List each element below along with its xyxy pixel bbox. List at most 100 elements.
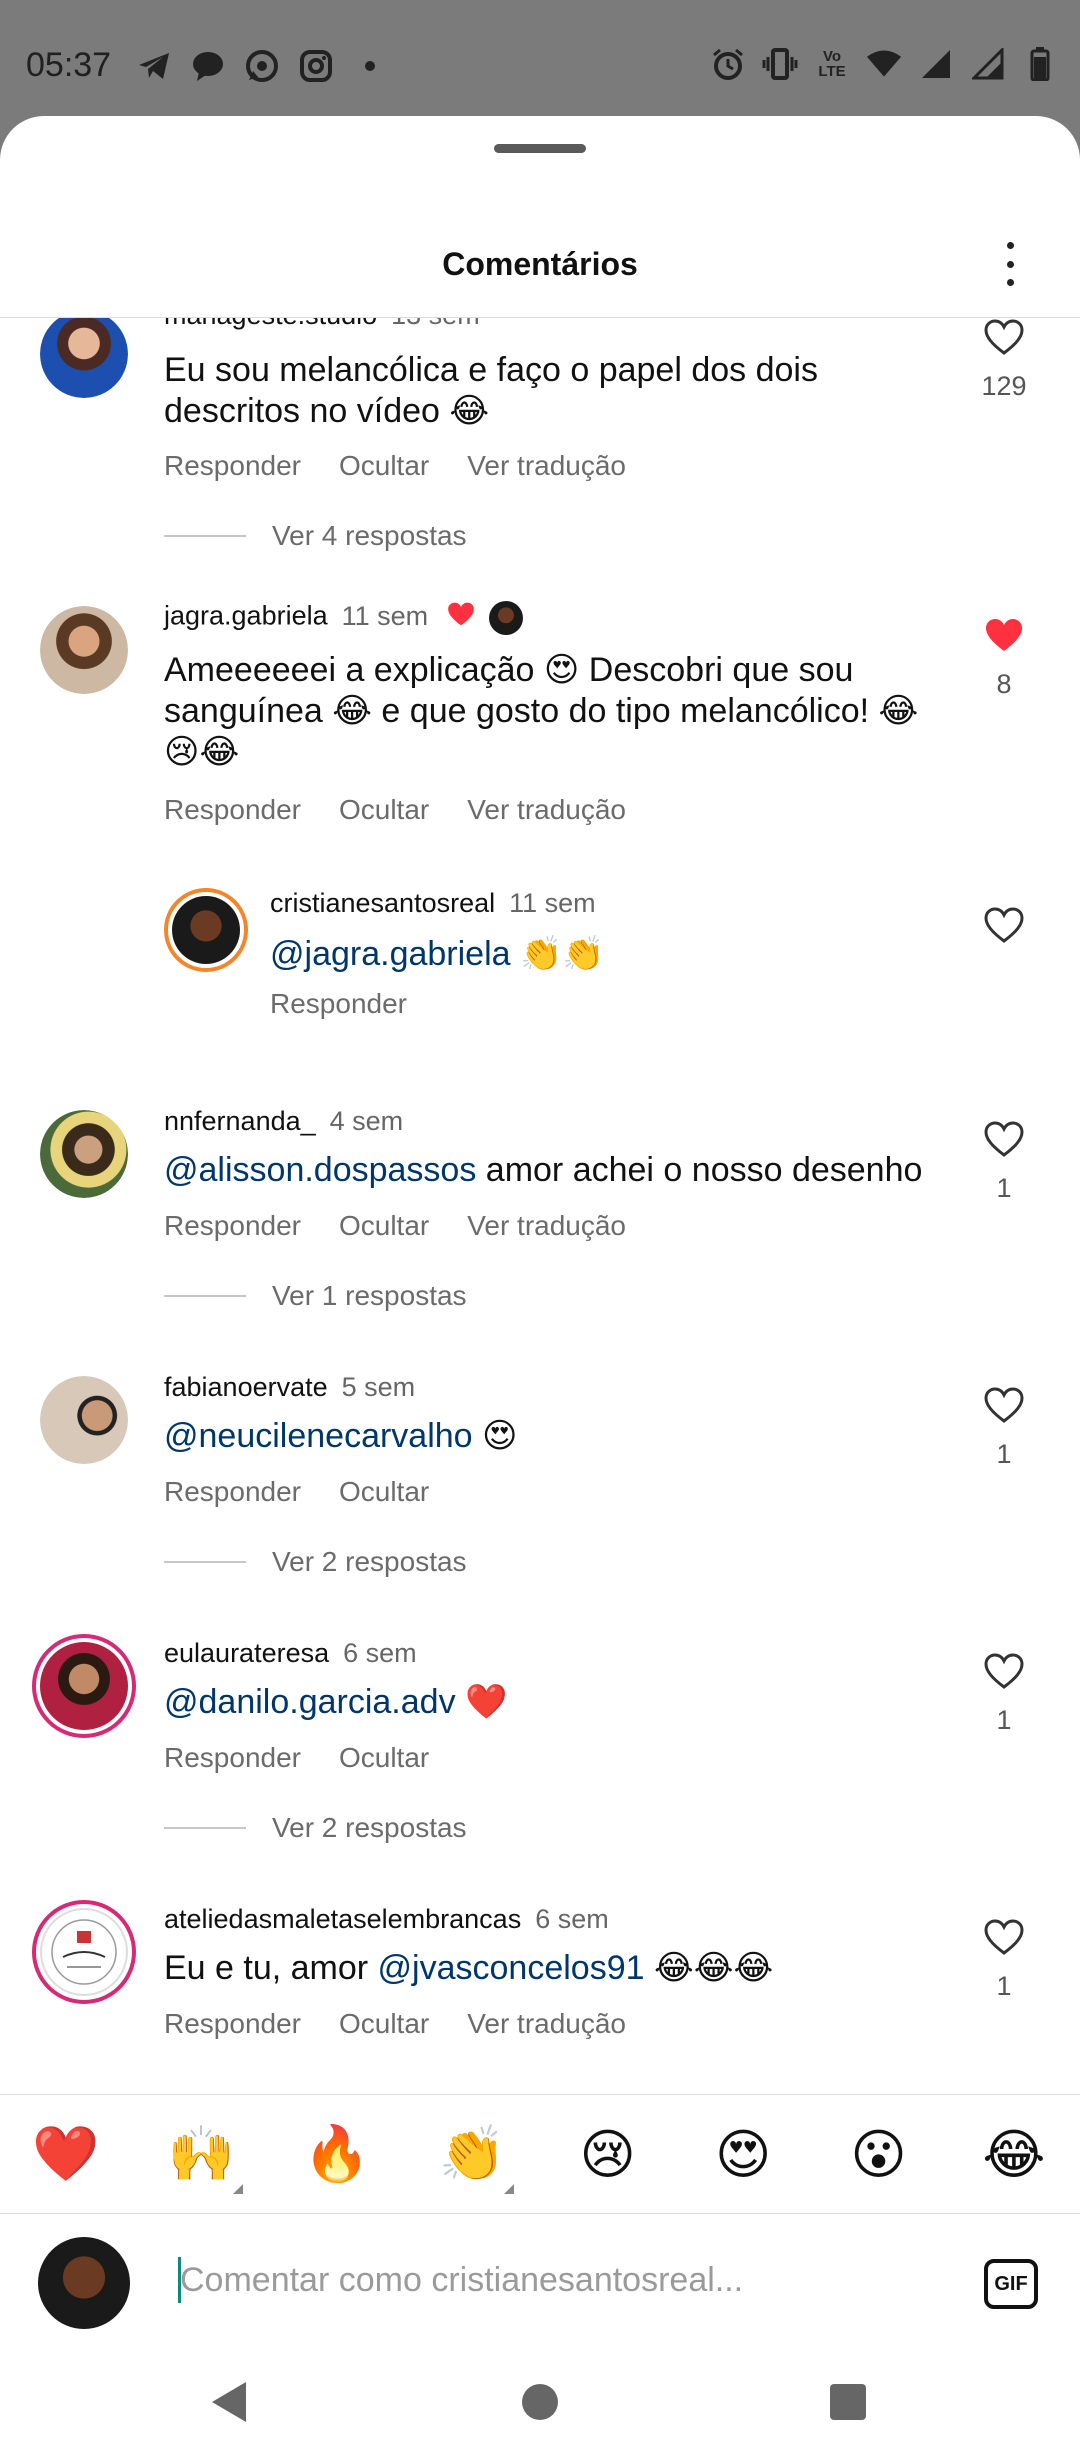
more-options-icon[interactable] <box>1000 242 1020 286</box>
hide-button[interactable]: Ocultar <box>339 1742 429 1773</box>
comment-item: fabianoervate 5 sem @neucilenecarvalho 😍 … <box>0 1372 1080 1632</box>
like-button[interactable]: 8 <box>964 616 1044 700</box>
shop-logo-icon <box>51 1919 117 1985</box>
comment-item: jagra.gabriela 11 sem Ameeeeeei a explica… <box>0 596 1080 896</box>
recents-icon[interactable] <box>830 2384 866 2420</box>
avatar[interactable] <box>32 1900 136 2004</box>
view-replies-button[interactable]: Ver 1 respostas <box>164 1280 467 1312</box>
signal-icon <box>970 46 1006 82</box>
heart-outline-icon <box>984 319 1024 355</box>
comment-time: 13 sem <box>391 318 480 330</box>
reaction-surprised[interactable]: 😮 <box>843 2118 915 2190</box>
hide-button[interactable]: Ocultar <box>339 1210 429 1241</box>
gif-button[interactable]: GIF <box>984 2259 1038 2309</box>
reply-button[interactable]: Responder <box>164 2008 301 2039</box>
comment-item: nnfernanda_ 4 sem @alisson.dospassos amor… <box>0 1106 1080 1366</box>
skin-tone-indicator-icon <box>504 2184 515 2194</box>
mention-link[interactable]: @neucilenecarvalho <box>164 1417 473 1455</box>
reply-item: cristianesantosreal 11 sem @jagra.gabriel… <box>0 888 1080 1038</box>
reaction-clapping[interactable]: 👏 <box>436 2118 515 2194</box>
reply-button[interactable]: Responder <box>164 1210 301 1241</box>
system-icons: Vo LTE <box>710 46 1058 82</box>
reaction-heart-eyes[interactable]: 😍 <box>707 2118 779 2190</box>
heart-outline-icon <box>984 1919 1024 1955</box>
comment-list[interactable]: manageste.studio 13 sem Eu sou melancólic… <box>0 318 1080 2094</box>
comment-meta: ateliedasmaletaselembrancas 6 sem <box>164 1904 609 1935</box>
comment-text: @jagra.gabriela 👏👏 <box>270 935 605 973</box>
status-time: 05:37 <box>26 46 112 84</box>
system-navigation-bar <box>0 2346 1080 2460</box>
like-button[interactable]: 1 <box>964 1386 1044 1470</box>
comment-actions: Responder Ocultar Ver tradução <box>164 450 664 482</box>
avatar[interactable] <box>40 318 128 398</box>
mention-link[interactable]: @jagra.gabriela <box>270 935 511 973</box>
like-button[interactable]: 1 <box>964 1120 1044 1204</box>
reply-button[interactable]: Responder <box>164 1742 301 1773</box>
reaction-laughing[interactable]: 😂 <box>978 2118 1050 2190</box>
reaction-heart[interactable]: ❤️ <box>30 2118 102 2190</box>
comment-input[interactable]: Comentar como cristianesantosreal... <box>180 2261 743 2300</box>
reaction-crying[interactable]: 😢 <box>572 2118 644 2190</box>
comment-text: Eu e tu, amor @jvasconcelos91 😂😂😂 <box>164 1949 774 1987</box>
mention-link[interactable]: @alisson.dospassos <box>164 1151 476 1189</box>
comment-actions: Responder Ocultar Ver tradução <box>164 2008 664 2040</box>
avatar[interactable] <box>40 606 128 694</box>
comment-username[interactable]: jagra.gabriela <box>164 601 328 631</box>
comment-username[interactable]: ateliedasmaletaselembrancas <box>164 1904 521 1934</box>
comment-username[interactable]: nnfernanda_ <box>164 1106 316 1136</box>
translate-button[interactable]: Ver tradução <box>467 450 626 481</box>
view-replies-button[interactable]: Ver 2 respostas <box>164 1546 467 1578</box>
translate-button[interactable]: Ver tradução <box>467 2008 626 2039</box>
comment-text: @alisson.dospassos amor achei o nosso de… <box>164 1151 923 1189</box>
comment-meta: manageste.studio 13 sem <box>164 318 480 331</box>
avatar[interactable] <box>32 1634 136 1738</box>
comment-meta: eulaurateresa 6 sem <box>164 1638 417 1669</box>
avatar[interactable] <box>40 1376 128 1464</box>
drag-handle[interactable] <box>494 144 586 153</box>
reply-button[interactable]: Responder <box>164 794 301 825</box>
comment-actions: Responder Ocultar <box>164 1742 467 1774</box>
like-button[interactable]: 1 <box>964 1652 1044 1736</box>
wifi-icon <box>866 46 902 82</box>
alarm-icon <box>710 46 746 82</box>
comment-time: 11 sem <box>509 888 596 918</box>
reply-button[interactable]: Responder <box>164 450 301 481</box>
mention-link[interactable]: @danilo.garcia.adv <box>164 1683 456 1721</box>
view-replies-button[interactable]: Ver 2 respostas <box>164 1812 467 1844</box>
comment-username[interactable]: manageste.studio <box>164 318 377 330</box>
status-bar: 05:37 Vo LTE <box>0 0 1080 118</box>
comment-username[interactable]: cristianesantosreal <box>270 888 495 918</box>
mention-link[interactable]: @jvasconcelos91 <box>378 1949 645 1987</box>
hide-button[interactable]: Ocultar <box>339 1476 429 1507</box>
like-button[interactable] <box>964 906 1044 949</box>
heart-outline-icon <box>984 1121 1024 1157</box>
like-button[interactable]: 129 <box>964 318 1044 402</box>
comment-meta: nnfernanda_ 4 sem <box>164 1106 403 1137</box>
comment-time: 11 sem <box>341 600 429 631</box>
translate-button[interactable]: Ver tradução <box>467 794 626 825</box>
comment-username[interactable]: eulaurateresa <box>164 1638 329 1668</box>
like-button[interactable]: 1 <box>964 1918 1044 2002</box>
comment-time: 6 sem <box>535 1904 609 1934</box>
whatsapp-icon <box>244 48 280 84</box>
avatar[interactable] <box>40 1110 128 1198</box>
comment-actions: Responder <box>270 988 445 1020</box>
translate-button[interactable]: Ver tradução <box>467 1210 626 1241</box>
home-icon[interactable] <box>522 2384 558 2420</box>
view-replies-button[interactable]: Ver 4 respostas <box>164 520 467 552</box>
hide-button[interactable]: Ocultar <box>339 450 429 481</box>
comment-username[interactable]: fabianoervate <box>164 1372 328 1402</box>
instagram-icon <box>298 48 334 84</box>
heart-outline-icon <box>984 1387 1024 1423</box>
hide-button[interactable]: Ocultar <box>339 2008 429 2039</box>
avatar[interactable] <box>164 888 248 972</box>
heart-outline-icon <box>984 1653 1024 1689</box>
chat-bubble-icon <box>190 48 226 84</box>
reply-button[interactable]: Responder <box>270 988 407 1019</box>
reaction-raising-hands[interactable]: 🙌 <box>165 2118 244 2194</box>
comment-actions: Responder Ocultar Ver tradução <box>164 1210 664 1242</box>
hide-button[interactable]: Ocultar <box>339 794 429 825</box>
reaction-fire[interactable]: 🔥 <box>301 2118 373 2190</box>
back-icon[interactable] <box>212 2382 246 2422</box>
reply-button[interactable]: Responder <box>164 1476 301 1507</box>
